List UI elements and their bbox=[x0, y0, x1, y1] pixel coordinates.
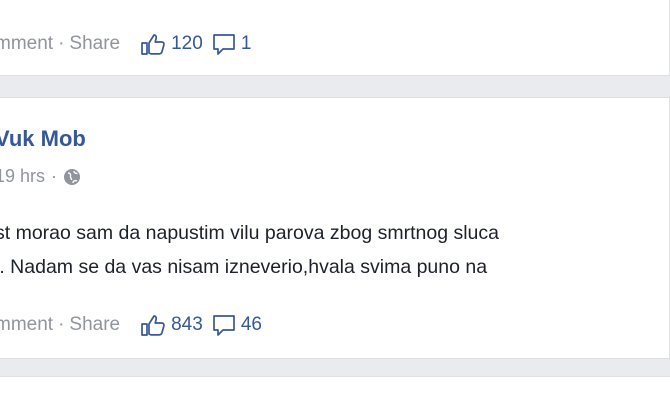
post-card: Vuk Mob 19 hrs · st morao sam da napusti… bbox=[0, 97, 670, 359]
comment-icon[interactable] bbox=[212, 313, 236, 337]
post-card-previous: mment · Share 120 1 bbox=[0, 0, 670, 76]
like-icon[interactable] bbox=[140, 32, 166, 56]
comment-link[interactable]: mment bbox=[0, 314, 53, 336]
like-icon[interactable] bbox=[140, 313, 166, 337]
post-body-text: st morao sam da napustim vilu parova zbo… bbox=[0, 216, 499, 284]
action-separator: · bbox=[58, 33, 65, 54]
comment-count[interactable]: 1 bbox=[241, 33, 252, 55]
post-text-line: i. Nadam se da vas nisam izneverio,hvala… bbox=[0, 256, 488, 278]
share-link[interactable]: Share bbox=[69, 33, 120, 55]
post-author-name[interactable]: Vuk Mob bbox=[0, 126, 86, 152]
comment-count[interactable]: 46 bbox=[241, 314, 262, 336]
like-count[interactable]: 120 bbox=[171, 33, 203, 55]
share-link[interactable]: Share bbox=[69, 314, 120, 336]
meta-separator: · bbox=[51, 166, 58, 186]
like-count[interactable]: 843 bbox=[171, 314, 203, 336]
post-text-line: st morao sam da napustim vilu parova zbo… bbox=[0, 222, 499, 244]
action-separator: · bbox=[58, 314, 65, 335]
post-actions-bar: mment · Share 120 1 bbox=[0, 32, 260, 56]
comment-icon[interactable] bbox=[212, 32, 236, 56]
globe-icon[interactable] bbox=[63, 168, 81, 186]
post-timestamp[interactable]: 19 hrs bbox=[0, 166, 45, 187]
post-meta: 19 hrs · bbox=[0, 166, 81, 187]
next-post-card bbox=[0, 376, 670, 401]
post-actions-bar: mment · Share 843 46 bbox=[0, 313, 271, 337]
comment-link[interactable]: mment bbox=[0, 33, 53, 55]
